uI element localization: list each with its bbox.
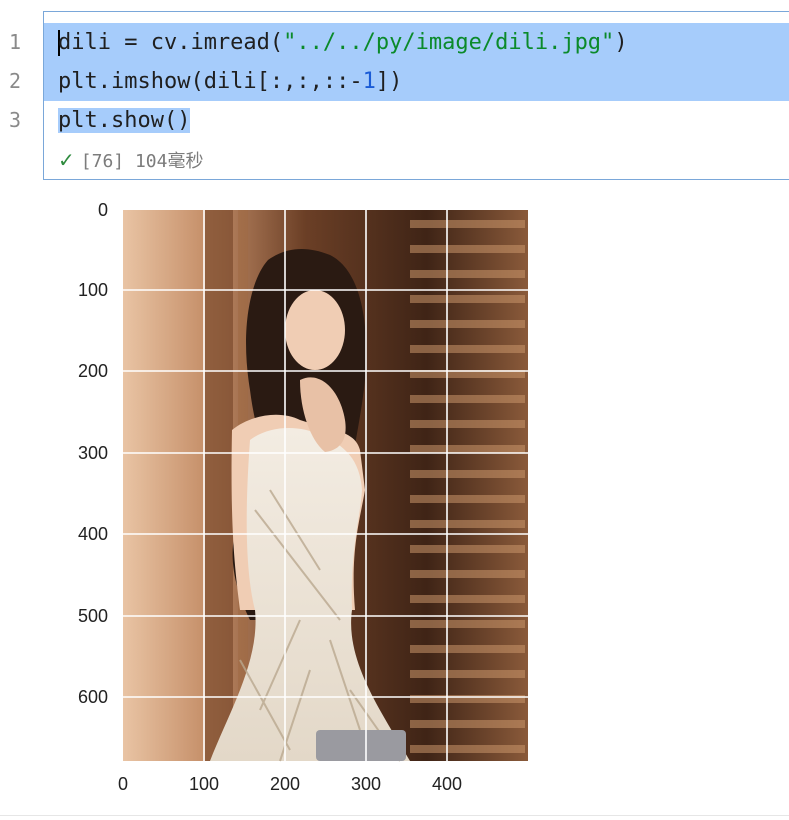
y-tick-label: 100	[77, 280, 108, 300]
line-number-3: 3	[8, 108, 22, 132]
code-line-3[interactable]: plt.show()	[58, 101, 191, 140]
line-number-1: 1	[8, 30, 22, 54]
execution-status: ✓ [76] 104毫秒	[58, 146, 203, 174]
x-tick-label: 200	[269, 774, 301, 794]
y-tick-label: 300	[77, 443, 108, 463]
cell-divider	[0, 815, 789, 816]
x-tick-label: 400	[431, 774, 463, 794]
y-tick-label: 200	[77, 361, 108, 381]
code-line-1[interactable]: dili = cv.imread("../../py/image/dili.jp…	[58, 23, 628, 62]
check-icon: ✓	[58, 148, 75, 172]
execution-count: [76]	[80, 151, 125, 172]
execution-time: 104毫秒	[134, 151, 204, 172]
code-cell[interactable]: dili = cv.imread("../../py/image/dili.jp…	[43, 11, 789, 180]
y-tick-label: 400	[77, 524, 108, 544]
code-line-2[interactable]: plt.imshow(dili[:,:,::-1])	[58, 62, 402, 101]
x-tick-label: 300	[350, 774, 382, 794]
y-tick-label: 600	[77, 687, 108, 707]
line-number-2: 2	[8, 69, 22, 93]
plot-output: 0 100 200 300 400 500 600 0 100 200 300 …	[0, 190, 560, 810]
y-tick-label: 500	[77, 606, 108, 626]
x-tick-label: 100	[188, 774, 220, 794]
y-tick-label: 0	[97, 200, 108, 220]
x-tick-label: 0	[117, 774, 128, 794]
displayed-image	[123, 210, 528, 762]
